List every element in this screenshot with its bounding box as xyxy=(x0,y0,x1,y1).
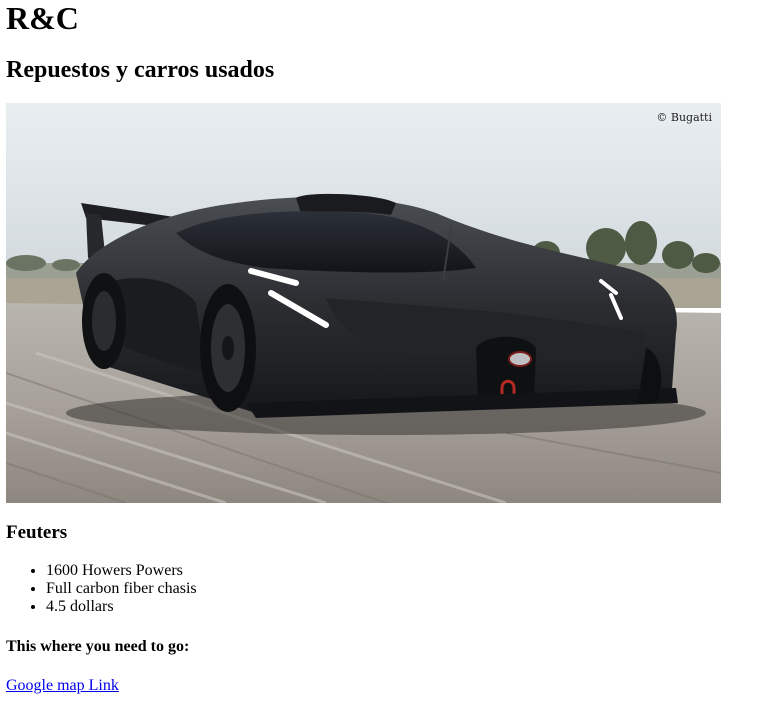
google-map-link[interactable]: Google map Link xyxy=(6,677,119,695)
page: R&C Repuestos y carros usados © Bugatti … xyxy=(0,0,784,724)
features-list: 1600 Howers Powers Full carbon fiber cha… xyxy=(6,562,197,616)
image-credit: © Bugatti xyxy=(656,111,712,124)
feature-item: 1600 Howers Powers xyxy=(46,562,197,580)
hero-car-image: © Bugatti xyxy=(6,103,721,503)
page-subtitle: Repuestos y carros usados xyxy=(6,57,275,83)
car-photo xyxy=(6,103,721,503)
directions-label: This where you need to go: xyxy=(6,638,190,655)
features-heading: Feuters xyxy=(6,522,68,543)
feature-item: 4.5 dollars xyxy=(46,598,197,616)
site-brand: R&C xyxy=(6,0,79,36)
feature-item: Full carbon fiber chasis xyxy=(46,580,197,598)
